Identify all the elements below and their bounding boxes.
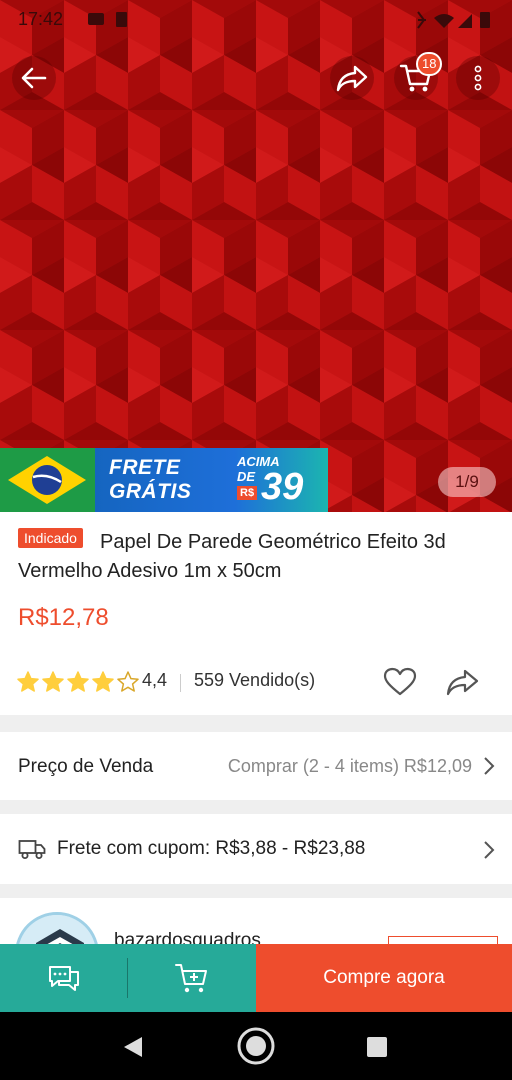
nav-back-icon[interactable]: [120, 1034, 146, 1060]
status-bar: 17:42: [0, 0, 512, 40]
star-icon: [17, 671, 39, 692]
nav-recents-icon[interactable]: [366, 1036, 388, 1058]
share-icon: [446, 669, 479, 696]
share-icon: [336, 65, 368, 92]
product-price: R$12,78: [18, 604, 109, 631]
promo-currency: R$: [237, 486, 258, 500]
rating-row: 4,4 559 Vendido(s): [16, 666, 496, 698]
sold-count: 559 Vendido(s): [194, 670, 316, 690]
bottom-action-bar: Compre agora: [0, 944, 512, 1012]
share-button[interactable]: [330, 56, 374, 100]
product-title: Papel De Parede Geométrico Efeito 3d Ver…: [18, 531, 446, 582]
share-product-button[interactable]: [444, 666, 480, 698]
add-to-cart-button[interactable]: [128, 944, 256, 1012]
star-icon: [67, 671, 89, 692]
promo-line2: GRÁTIS: [109, 480, 192, 503]
sale-price-label: Preço de Venda: [18, 756, 154, 777]
heart-icon: [383, 667, 417, 696]
promo-line1: FRETE: [109, 456, 181, 479]
notification-icons: [88, 12, 127, 27]
more-options-button[interactable]: [456, 56, 500, 100]
sale-price-row[interactable]: Preço de Venda Comprar (2 - 4 items) R$1…: [0, 732, 512, 800]
image-counter: 1/9: [438, 467, 496, 497]
brazil-flag-icon: [0, 448, 95, 512]
system-status-icons: [417, 11, 490, 29]
star-icon: [42, 671, 64, 692]
arrow-left-icon: [21, 67, 47, 89]
chat-icon: [48, 966, 79, 991]
chevron-right-icon: [484, 757, 495, 775]
shipping-row[interactable]: Frete com cupom: R$3,88 - R$23,88: [0, 814, 512, 884]
product-info: Papel De Parede Geométrico Efeito 3d Ver…: [0, 512, 512, 715]
truck-icon: [18, 840, 46, 859]
promo-threshold-line2: DE: [237, 469, 256, 484]
back-button[interactable]: [12, 56, 56, 100]
rating-value: 4,4: [142, 670, 168, 690]
buy-now-button[interactable]: Compre agora: [256, 944, 512, 1012]
star-icon: [117, 671, 139, 692]
more-vertical-icon: [474, 65, 482, 91]
promo-text: FRETE GRÁTIS ACIMA DE R$ 39: [95, 448, 328, 512]
bar-divider: [127, 944, 128, 1012]
nav-home-icon[interactable]: [236, 1026, 276, 1066]
recommended-badge: Indicado: [18, 528, 83, 548]
system-navigation-bar: [0, 1012, 512, 1080]
product-page: 17:42 18 FRETE GRÁTIS ACIMA DE R$ 39 1/9…: [0, 0, 512, 1080]
product-image-carousel[interactable]: 17:42 18 FRETE GRÁTIS ACIMA DE R$ 39 1/9: [0, 0, 512, 512]
chevron-right-icon: [484, 841, 495, 859]
cart-count-badge: 18: [416, 52, 443, 76]
divider: [180, 674, 181, 692]
favorite-button[interactable]: [382, 666, 418, 698]
free-shipping-banner: FRETE GRÁTIS ACIMA DE R$ 39: [0, 448, 328, 512]
cart-plus-icon: [175, 964, 207, 993]
promo-amount: 39: [261, 466, 304, 508]
status-time: 17:42: [18, 9, 64, 29]
bulk-price-value: Comprar (2 - 4 items) R$12,09: [227, 756, 472, 776]
chat-button[interactable]: [0, 944, 127, 1012]
star-icon: [92, 671, 114, 692]
shipping-label: Frete com cupom: R$3,88 - R$23,88: [57, 838, 366, 859]
rating-stars: [16, 670, 140, 694]
